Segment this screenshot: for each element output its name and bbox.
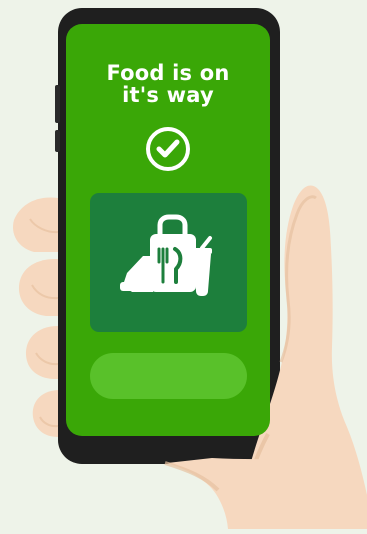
action-button[interactable]: [90, 353, 247, 399]
food-delivery-icon: [114, 211, 222, 313]
check-circle-icon: [143, 124, 193, 174]
status-title: Food is on it's way: [106, 61, 230, 107]
food-card: [90, 193, 247, 332]
phone-screen: Food is on it's way: [66, 24, 270, 436]
